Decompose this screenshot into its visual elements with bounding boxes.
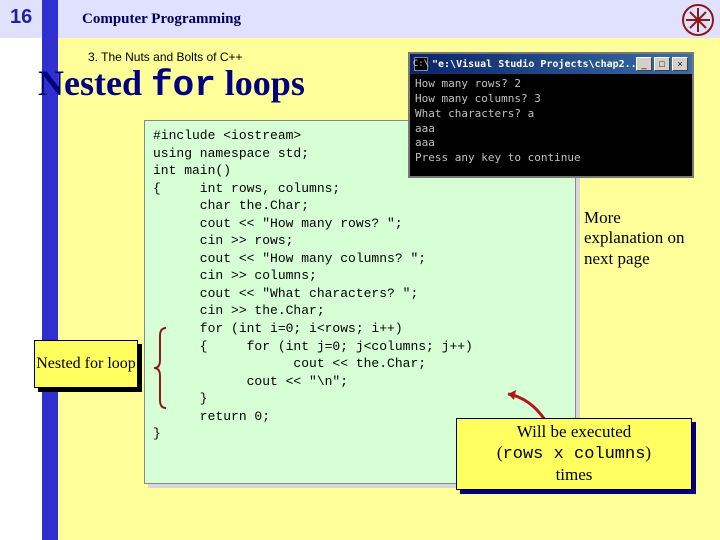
- brace-icon: [152, 326, 170, 410]
- minimize-button[interactable]: _: [636, 57, 652, 71]
- console-title-text: "e:\Visual Studio Projects\chap2...: [432, 59, 636, 70]
- header-bar: Computer Programming: [0, 0, 720, 38]
- header-title: Computer Programming: [82, 11, 241, 28]
- maximize-button[interactable]: □: [654, 57, 670, 71]
- cmd-icon: C:\: [414, 57, 428, 71]
- institution-logo-icon: [682, 4, 714, 36]
- note-right: More explanation on next page: [584, 208, 696, 269]
- window-buttons: _ □ ×: [636, 57, 688, 71]
- console-output: How many rows? 2 How many columns? 3 Wha…: [410, 74, 692, 169]
- callout-line1: Will be executed: [517, 422, 631, 442]
- close-button[interactable]: ×: [672, 57, 688, 71]
- title-code: for: [151, 65, 216, 106]
- console-window: C:\ "e:\Visual Studio Projects\chap2... …: [408, 52, 694, 178]
- callout-line2: (rows x columns): [497, 443, 651, 465]
- slide-number: 16: [10, 6, 32, 29]
- slide-title: Nested for loops: [38, 62, 305, 106]
- title-pre: Nested: [38, 63, 151, 103]
- console-titlebar: C:\ "e:\Visual Studio Projects\chap2... …: [410, 54, 692, 74]
- nested-loop-label: Nested for loop: [34, 340, 138, 388]
- callout-line3: times: [556, 465, 593, 485]
- title-post: loops: [216, 63, 305, 103]
- callout-box: Will be executed (rows x columns) times: [456, 418, 692, 490]
